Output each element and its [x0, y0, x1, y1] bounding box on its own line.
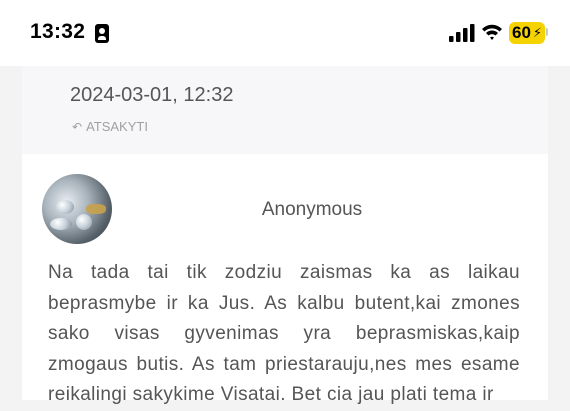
- reply-arrow-icon: ↶: [72, 119, 83, 134]
- contact-card-icon: [95, 24, 109, 43]
- battery-nub: [546, 28, 548, 36]
- wifi-icon: [482, 24, 502, 40]
- comment-author: Anonymous: [261, 199, 363, 220]
- battery-indicator: 60 ⚡: [509, 22, 545, 44]
- battery-level: 60: [512, 23, 531, 42]
- cellular-signal-icon: [449, 24, 475, 42]
- comment-card: Anonymous Na tada tai tik zodziu zaismas…: [22, 154, 548, 405]
- status-time: 13:32: [30, 20, 86, 43]
- reply-label: ATSAKYTI: [86, 119, 148, 134]
- comment-body: Na tada tai tik zodziu zaismas ka as lai…: [48, 262, 520, 405]
- status-bar: 13:32 60 ⚡: [0, 0, 570, 66]
- previous-comment-footer: 2024-03-01, 12:32 ↶ ATSAKYTI: [22, 66, 548, 154]
- comment-date: 2024-03-01, 12:32: [70, 84, 234, 106]
- charging-bolt-icon: ⚡: [532, 25, 542, 40]
- reply-button[interactable]: ↶ ATSAKYTI: [72, 119, 148, 134]
